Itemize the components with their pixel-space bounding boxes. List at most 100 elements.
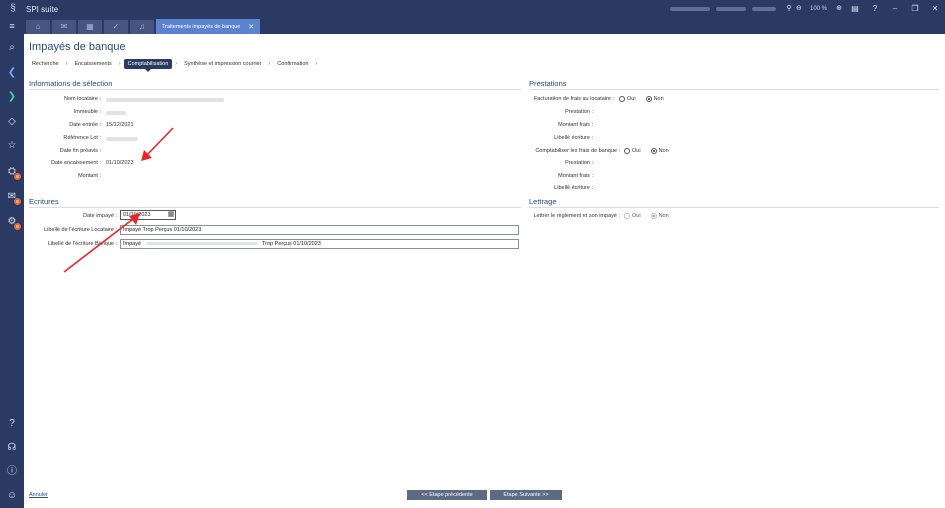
title-bar-right: ⚲ ⊖ 100 % ⊕ ▤ ? – ❐ ✕ [669,0,945,18]
sidebar: ≡ ⌕ ❮ ❯ ◇ ☆ ⛭ 8 ✉ 8 ⚙ 8 ? ☊ ⓘ ☺ [0,18,24,508]
next-step-button[interactable]: Etape Suivante >> [490,490,562,500]
app-title: SPI suite [26,4,59,14]
code-icon[interactable]: ◇ [0,114,24,130]
label-reference-lot: Référence Lot : [63,135,101,141]
blurred-immeuble [106,111,126,115]
lock-icon[interactable]: ⛭ 8 [0,164,24,180]
lettrage-oui-radio[interactable] [624,213,630,219]
main-content: Impayés de banque Recherche › Encaisseme… [24,34,945,508]
label-facturation-frais: Facturation de frais au locataire : [533,96,614,102]
blurred-user-info [715,7,746,11]
value-date-entree: 15/12/2021 [106,122,134,128]
help-icon[interactable]: ? [865,0,885,18]
inbox-icon[interactable]: ✉ 8 [0,189,24,205]
pin-icon[interactable]: ⚲ [784,0,794,18]
lettrage-non-radio[interactable] [650,213,657,219]
calendar-icon[interactable]: ▦ [78,20,102,34]
notification-badge: 8 [14,173,21,180]
divider [29,207,521,208]
value-date-encaissement: 01/10/2023 [106,160,134,166]
page-title: Impayés de banque [29,41,126,53]
libelle-locataire-input[interactable] [120,225,519,235]
breadcrumb-step-recherche[interactable]: Recherche [28,59,63,69]
tab-strip: ⌂ ✉ ▦ ✓ ♫ Traitements impayés de banque … [24,18,945,34]
lettrage-oui-label: Oui [632,213,641,219]
close-icon[interactable]: ✕ [925,0,945,18]
calendar-picker-icon[interactable]: ▦ [166,210,176,220]
facturation-non-radio[interactable] [645,96,652,102]
zoom-out-icon[interactable]: ⊖ [794,0,804,18]
label-prestation-banque: Prestation : [565,160,593,166]
label-montant-frais: Montant frais : [558,122,593,128]
breadcrumb-step-confirmation[interactable]: Confirmation [273,59,312,69]
libelle-banque-suffix: Trop Perçus 01/10/2023 [262,241,321,247]
tab-traitements-impayes[interactable]: Traitements impayés de banque ✕ [156,19,261,34]
comptabiliser-oui-radio[interactable] [624,148,630,154]
bell-icon[interactable]: ♫ [130,20,154,34]
minimize-icon[interactable]: – [885,0,905,18]
breadcrumb-step-encaissements[interactable]: Encaissements [70,59,115,69]
divider [29,89,521,90]
mail-icon[interactable]: ✉ [52,20,76,34]
label-libelle-locataire: Libellé de l'écriture Locataire : [44,227,117,233]
document-icon[interactable]: ▤ [845,0,865,18]
section-title-selection: Informations de sélection [29,79,113,88]
lettrage-radio-group: Oui Non [620,211,669,221]
chevron-right-icon: › [65,61,68,67]
blurred-user-info [669,7,710,11]
facturation-oui-label: Oui [627,96,636,102]
blurred-reference-lot [106,137,138,141]
libelle-banque-input[interactable]: Impayé Trop Perçus 01/10/2023 [120,239,519,249]
notification-badge: 8 [14,198,21,205]
facturation-radio-group: Oui Non [615,94,664,104]
menu-icon[interactable]: ≡ [0,18,24,34]
info-icon[interactable]: ⓘ [0,464,24,480]
divider [529,89,939,90]
section-title-prestations: Prestations [529,79,567,88]
headset-icon[interactable]: ☊ [0,440,24,456]
bug-icon[interactable]: ⚙ 8 [0,214,24,230]
label-montant-frais-banque: Montant frais : [558,173,593,179]
help-circle-icon[interactable]: ? [0,416,24,432]
section-title-ecritures: Ecritures [29,197,59,206]
label-nom-locataire: Nom locataire : [64,96,101,102]
app-logo-icon: § [10,3,16,14]
label-libelle-banque: Libellé de l'écriture Banque : [47,241,117,247]
check-icon[interactable]: ✓ [104,20,128,34]
label-date-encaissement: Date encaissement : [50,160,101,166]
maximize-icon[interactable]: ❐ [905,0,925,18]
divider [529,207,939,208]
blurred-libelle-banque [145,242,258,246]
lettrage-non-label: Non [658,213,669,219]
notification-badge: 8 [14,223,21,230]
previous-step-button[interactable]: << Etape précédente [407,490,487,500]
home-icon[interactable]: ⌂ [26,20,50,34]
comptabiliser-non-radio[interactable] [650,148,657,154]
close-tab-icon[interactable]: ✕ [248,23,254,31]
zoom-in-icon[interactable]: ⊕ [833,0,845,18]
comptabiliser-oui-label: Oui [632,148,641,154]
chevron-right-icon: › [315,61,318,67]
user-icon[interactable]: ☺ [0,488,24,504]
label-comptabiliser-frais: Comptabiliser les frais de banque : [535,148,620,154]
search-icon[interactable]: ⌕ [0,40,24,56]
facturation-oui-radio[interactable] [619,96,625,102]
label-date-impaye: Date impayé : [83,213,117,219]
tab-label: Traitements impayés de banque [162,23,241,30]
cancel-link[interactable]: Annuler [29,492,48,498]
breadcrumb-step-synthese[interactable]: Synthèse et impression courrier [180,59,265,69]
back-icon[interactable]: ❮ [0,65,24,81]
label-libelle-ecriture-banque: Libellé écriture : [554,185,593,191]
chevron-right-icon: › [118,61,121,67]
libelle-banque-prefix: Impayé [123,241,142,247]
star-icon[interactable]: ☆ [0,138,24,154]
section-title-lettrage: Lettrage [529,197,557,206]
chevron-right-icon: › [175,61,178,67]
comptabiliser-radio-group: Oui Non [620,146,669,156]
breadcrumb-step-comptabilisation[interactable]: Comptabilisation [123,59,173,72]
label-libelle-ecriture: Libellé écriture : [554,135,593,141]
forward-icon[interactable]: ❯ [0,89,24,105]
title-bar: § SPI suite ⚲ ⊖ 100 % ⊕ ▤ ? – ❐ ✕ [0,0,945,18]
chevron-right-icon: › [268,61,271,67]
label-lettrer: Lettrer le règlement et son impayé : [533,213,620,219]
